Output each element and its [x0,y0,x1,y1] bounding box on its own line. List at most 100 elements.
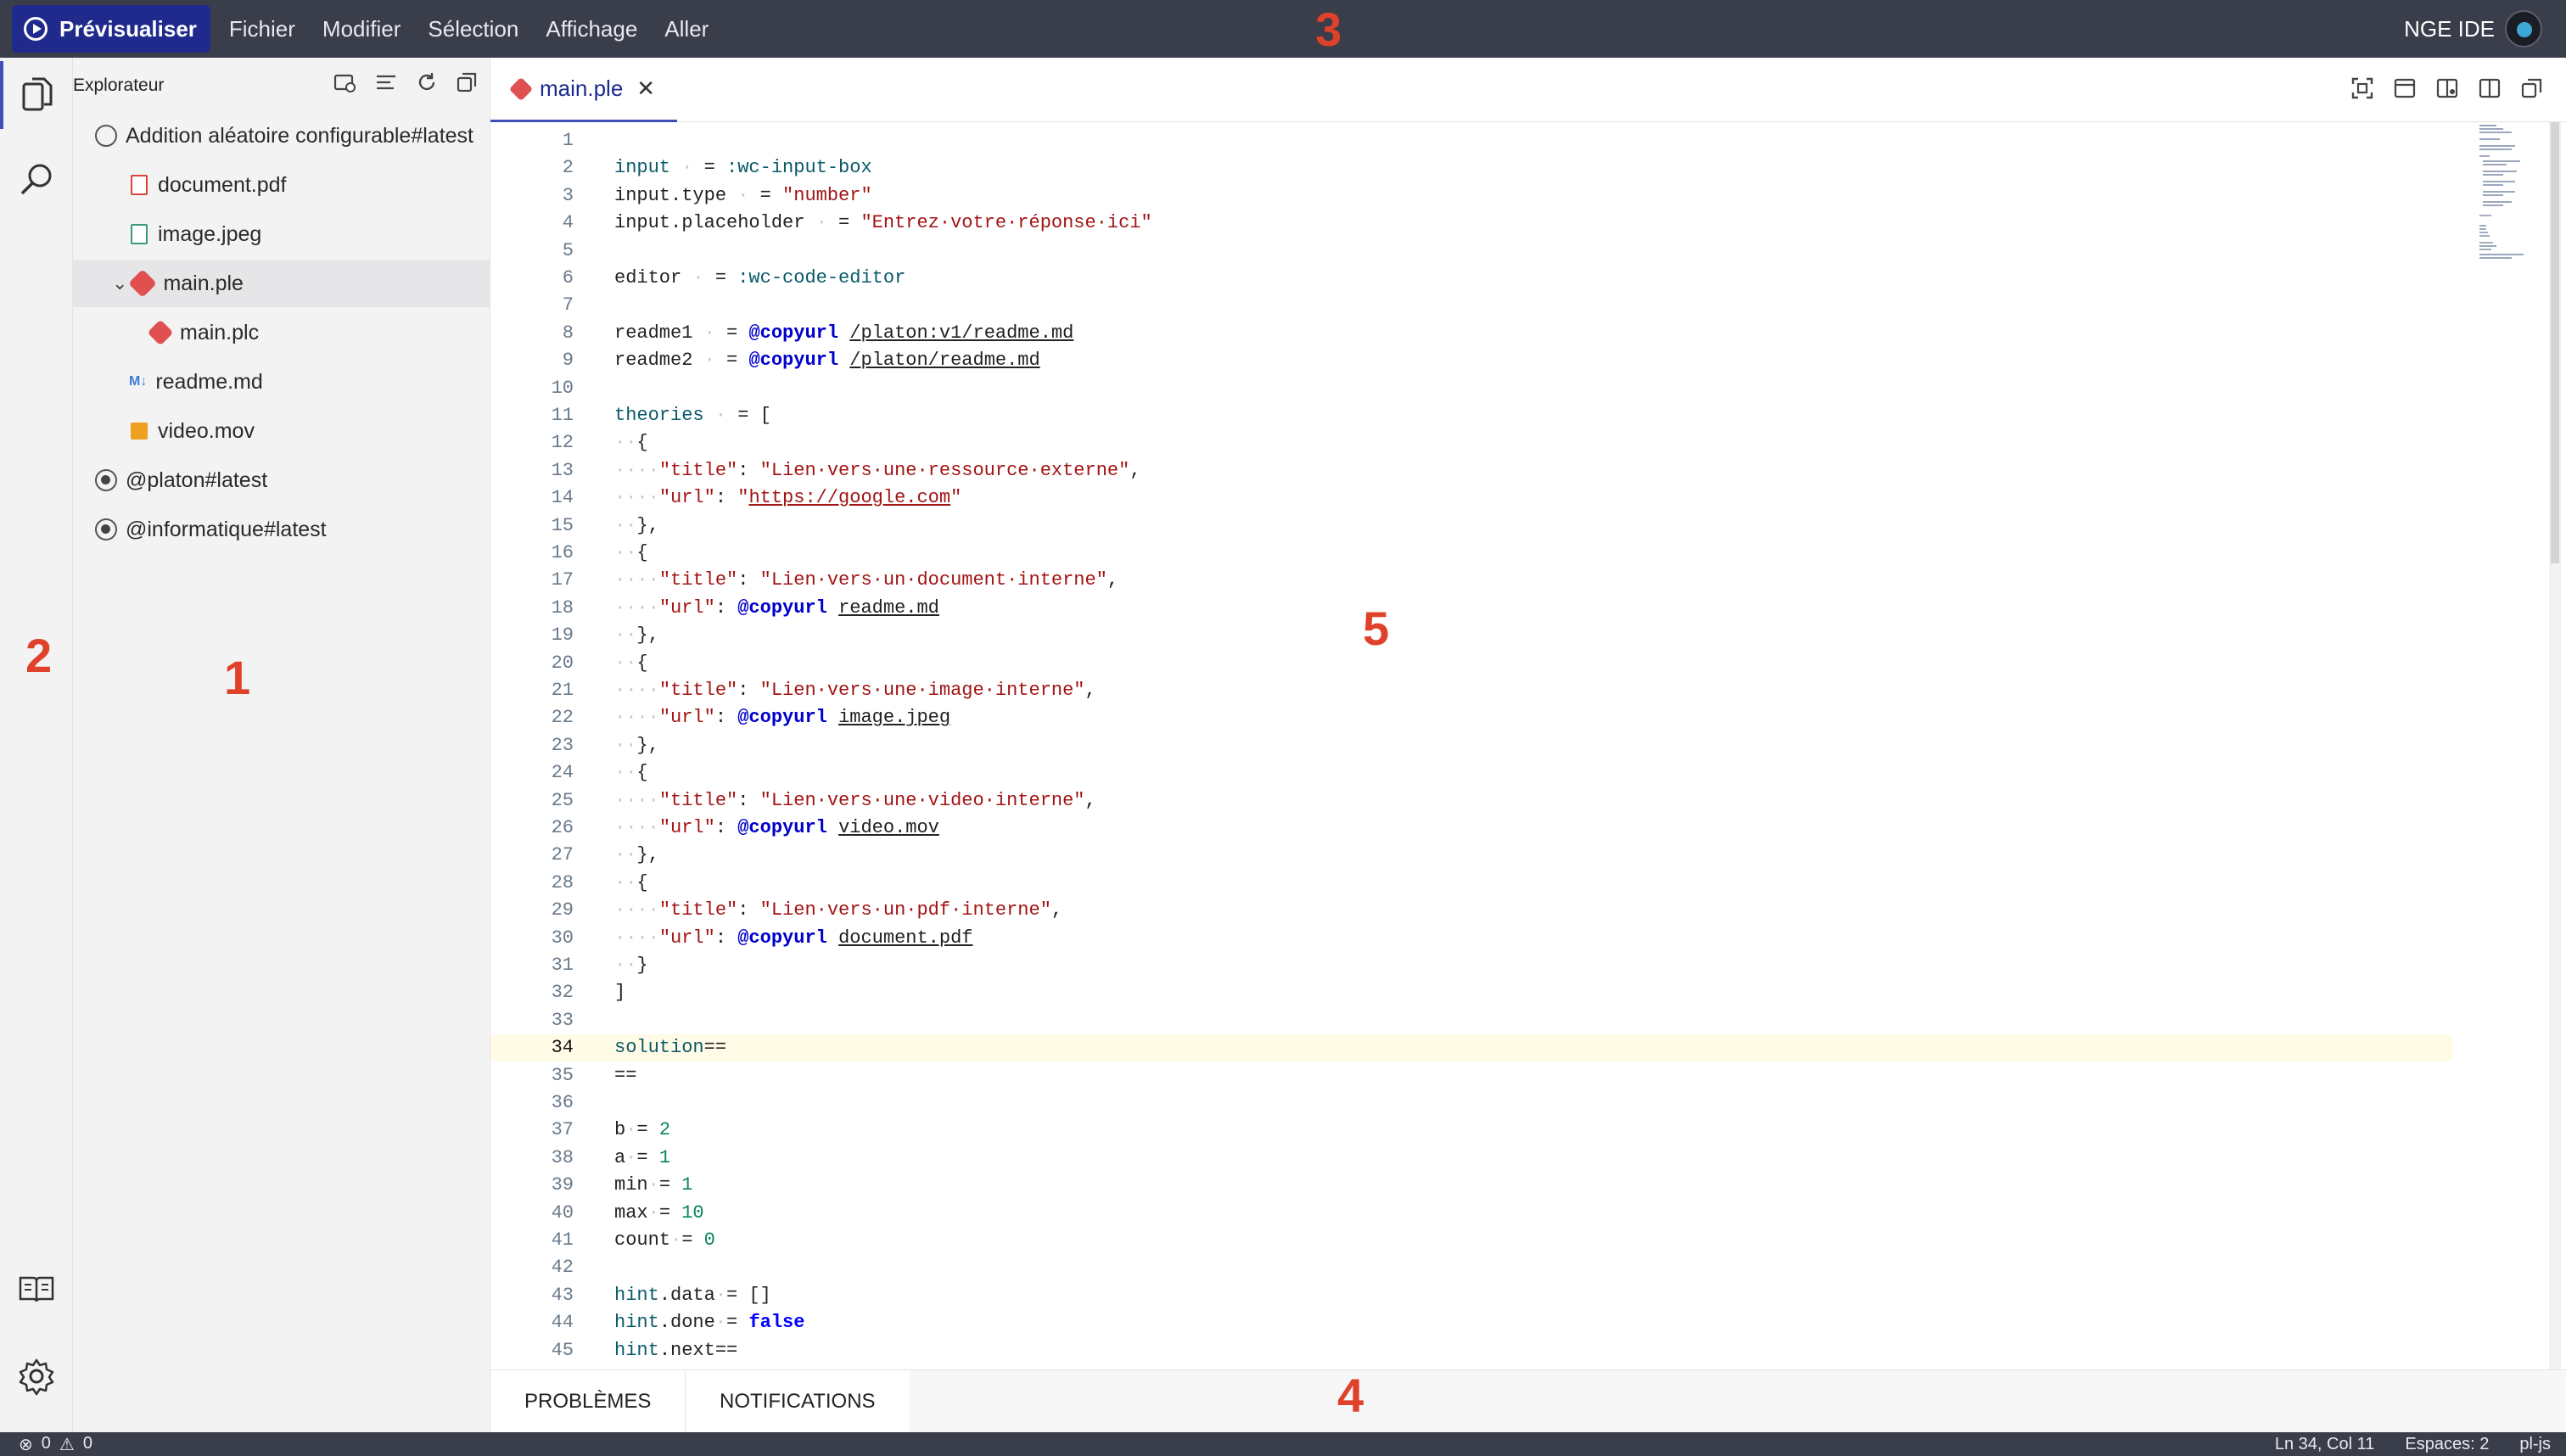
scrollbar-thumb[interactable] [2551,122,2559,563]
code-line[interactable]: 20 ··{ [490,650,2452,677]
code-line[interactable]: 2 input · = :wc-input-box [490,154,2452,182]
code-line[interactable]: 19 ··}, [490,622,2452,649]
line-number: 34 [551,1037,574,1059]
code-line[interactable]: 24 ··{ [490,759,2452,787]
line-number: 20 [551,652,574,674]
code-line[interactable]: 27 ··}, [490,842,2452,869]
code-line[interactable]: 41 count·= 0 [490,1227,2452,1254]
tree-root-informatique[interactable]: @informatique#latest [73,506,490,553]
tree-item-document-pdf[interactable]: document.pdf [73,161,490,209]
code-line[interactable]: 36 [490,1089,2452,1117]
tree-item-video-mov[interactable]: video.mov [73,407,490,455]
explorer-panel: Explorateur Addition aléatoire configura… [73,58,490,1432]
code-line[interactable]: 12 ··{ [490,429,2452,456]
image-file-icon [131,224,148,244]
tab-problems[interactable]: PROBLÈMES [490,1370,686,1433]
tab-main-ple[interactable]: main.ple ✕ [490,58,678,122]
refresh-icon[interactable] [415,71,439,93]
code-line[interactable]: 11 theories · = [ [490,402,2452,429]
code-line[interactable]: 1 [490,127,2452,154]
code-line[interactable]: 40 max·= 10 [490,1200,2452,1227]
editor-scrollbar[interactable] [2549,122,2561,1369]
explorer-toolbar [333,71,479,93]
line-number: 39 [551,1174,574,1196]
code-text: ··} [614,955,648,976]
new-resource-icon[interactable] [333,71,357,93]
tree-item-image-jpeg[interactable]: image.jpeg [73,210,490,258]
focus-icon[interactable] [2350,76,2374,100]
code-line[interactable]: 44 hint.done·= false [490,1309,2452,1336]
tree-root-platon[interactable]: @platon#latest [73,456,490,504]
code-text: min·= 1 [614,1174,693,1196]
code-line[interactable]: 43 hint.data·= [] [490,1282,2452,1309]
code-line[interactable]: 32] [490,979,2452,1006]
code-line[interactable]: 39 min·= 1 [490,1172,2452,1199]
tab-notifications[interactable]: NOTIFICATIONS [686,1370,910,1433]
code-line[interactable]: 25 ····"title": "Lien·vers·une·video·inte… [490,787,2452,815]
search-activity[interactable] [0,146,73,214]
indentation[interactable]: Espaces: 2 [2405,1435,2489,1454]
code-editor[interactable]: 1 2 input · = :wc-input-box 3 input.type · =… [490,122,2566,1369]
code-line[interactable]: 9 readme2 · = @copyurl /platon/readme.md [490,347,2452,374]
radio-filled-icon [95,469,117,491]
code-line[interactable]: 22 ····"url": @copyurl image.jpeg [490,704,2452,731]
cursor-position[interactable]: Ln 34, Col 11 [2275,1435,2375,1454]
gear-icon [19,1358,54,1396]
code-line[interactable]: 38 a·= 1 [490,1145,2452,1172]
preview-side-icon[interactable] [2435,76,2459,100]
code-line[interactable]: 13 ····"title": "Lien·vers·une·ressource·… [490,457,2452,484]
code-line[interactable]: 30 ····"url": @copyurl document.pdf [490,925,2452,952]
tree-item-main-ple[interactable]: ⌄ main.ple [73,260,490,307]
code-line[interactable]: 17 ····"title": "Lien·vers·un·document·in… [490,567,2452,594]
close-icon[interactable]: ✕ [636,76,655,102]
tree-item-label: image.jpeg [158,221,262,246]
menu-selection[interactable]: Sélection [414,16,532,42]
line-number: 43 [551,1284,574,1306]
code-line[interactable]: 31 ··} [490,952,2452,979]
code-line[interactable]: 4 input.placeholder · = "Entrez·votre·rép… [490,210,2452,237]
code-line[interactable]: 29 ····"title": "Lien·vers·un·pdf·interne… [490,897,2452,924]
code-line[interactable]: 8 readme1 · = @copyurl /platon:v1/readme.… [490,320,2452,347]
code-line[interactable]: 3 input.type · = "number" [490,182,2452,210]
code-line[interactable]: 23 ··}, [490,732,2452,759]
code-line[interactable]: 42 [490,1254,2452,1281]
menu-edit[interactable]: Modifier [309,16,414,42]
code-line[interactable]: 21 ····"title": "Lien·vers·une·image·inte… [490,677,2452,704]
collapse-all-icon[interactable] [456,71,479,93]
menu-view[interactable]: Affichage [532,16,651,42]
collapse-list-icon[interactable] [374,71,398,93]
code-line[interactable]: 26 ····"url": @copyurl video.mov [490,815,2452,842]
settings-activity[interactable] [0,1342,73,1410]
preview-button[interactable]: Prévisualiser [12,5,210,53]
line-number: 37 [551,1119,574,1141]
code-line[interactable]: 16 ··{ [490,540,2452,567]
explorer-activity[interactable] [0,61,73,129]
tree-item-readme-md[interactable]: M↓ readme.md [73,358,490,406]
code-text: hint.next== [614,1339,738,1361]
menu-file[interactable]: Fichier [216,16,309,42]
minimap[interactable] [2478,122,2527,275]
code-line[interactable]: 10 [490,375,2452,402]
code-line[interactable]: 6 editor · = :wc-code-editor [490,265,2452,292]
tree-item-main-plc[interactable]: main.plc [73,309,490,356]
language-mode[interactable]: pl-js [2519,1435,2551,1454]
code-line[interactable]: 5 [490,238,2452,265]
problems-summary[interactable]: ⊗ 0 ⚠ 0 [19,1434,92,1455]
layout-icon[interactable] [2393,76,2417,100]
code-line[interactable]: 7 [490,292,2452,319]
code-line[interactable]: 28 ··{ [490,870,2452,897]
code-line[interactable]: 14 ····"url": "https://google.com" [490,484,2452,512]
code-line[interactable]: 15 ··}, [490,512,2452,540]
docs-activity[interactable] [0,1256,73,1324]
brand-logo[interactable] [2505,10,2542,48]
close-all-icon[interactable] [2520,76,2544,100]
code-line[interactable]: 37 b·= 2 [490,1117,2452,1144]
code-line[interactable]: 35 == [490,1062,2452,1089]
code-line[interactable]: 18 ····"url": @copyurl readme.md [490,595,2452,622]
code-line[interactable]: 34 solution== [490,1034,2452,1062]
split-editor-icon[interactable] [2478,76,2502,100]
code-line[interactable]: 45 hint.next== [490,1337,2452,1364]
code-line[interactable]: 33 [490,1007,2452,1034]
tree-root-addition[interactable]: Addition aléatoire configurable#latest [73,112,490,160]
menu-go[interactable]: Aller [651,16,722,42]
